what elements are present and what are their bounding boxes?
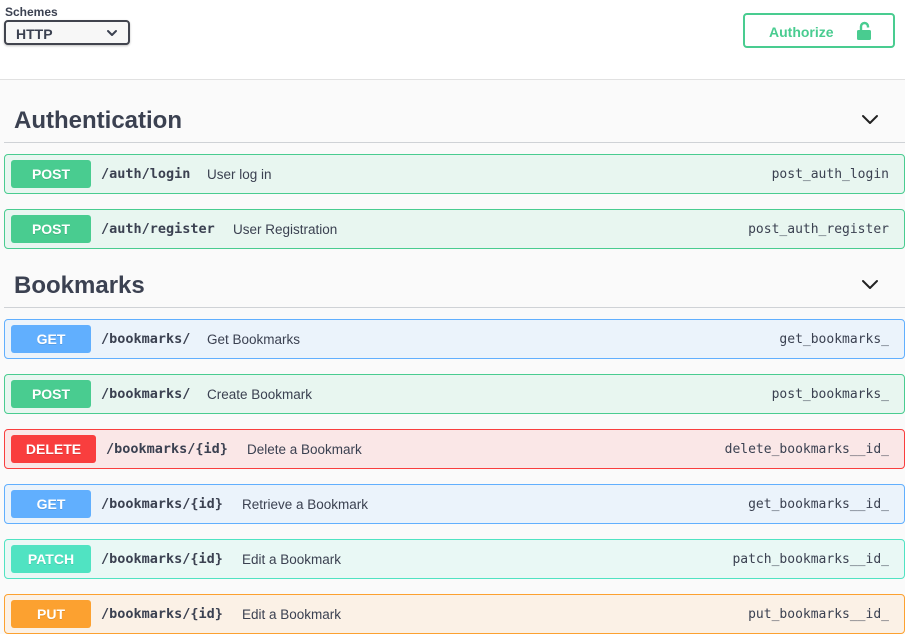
operation-path: /bookmarks/{id} xyxy=(106,441,228,457)
operation-id: delete_bookmarks__id_ xyxy=(724,442,889,457)
authorize-button-label: Authorize xyxy=(769,24,834,40)
section-header-bookmarks[interactable]: Bookmarks xyxy=(4,262,905,308)
operation-summary: Edit a Bookmark xyxy=(242,552,342,567)
chevron-down-icon[interactable] xyxy=(861,278,879,290)
method-badge: POST xyxy=(11,160,91,188)
operation-patch-bookmark[interactable]: PATCH /bookmarks/{id} Edit a Bookmark pa… xyxy=(4,539,905,579)
operation-summary: Create Bookmark xyxy=(207,387,313,402)
operation-id: post_bookmarks_ xyxy=(771,387,889,402)
operation-id: put_bookmarks__id_ xyxy=(748,607,889,622)
section-header-authentication[interactable]: Authentication xyxy=(4,97,905,143)
operation-get-bookmark-by-id[interactable]: GET /bookmarks/{id} Retrieve a Bookmark … xyxy=(4,484,905,524)
authorize-button[interactable]: Authorize xyxy=(743,13,895,48)
top-bar: Schemes HTTP Authorize xyxy=(0,0,905,80)
method-badge: DELETE xyxy=(11,435,96,463)
operation-post-auth-register[interactable]: POST /auth/register User Registration po… xyxy=(4,209,905,249)
operation-id: get_bookmarks_ xyxy=(779,332,889,347)
operation-path: /bookmarks/{id} xyxy=(101,606,223,622)
chevron-down-icon xyxy=(107,30,117,36)
section-title: Authentication xyxy=(14,107,182,134)
method-badge: GET xyxy=(11,490,91,518)
schemes-select[interactable]: HTTP xyxy=(4,20,130,45)
operation-summary: User Registration xyxy=(233,222,338,237)
operations-container: Authentication POST /auth/login User log… xyxy=(0,80,905,634)
schemes-select-value: HTTP xyxy=(16,26,53,42)
method-badge: PUT xyxy=(11,600,91,628)
section-title: Bookmarks xyxy=(14,272,145,299)
unlock-icon xyxy=(857,21,871,40)
operation-id: get_bookmarks__id_ xyxy=(748,497,889,512)
operation-post-auth-login[interactable]: POST /auth/login User log in post_auth_l… xyxy=(4,154,905,194)
chevron-down-icon[interactable] xyxy=(861,113,879,125)
operation-id: post_auth_register xyxy=(748,222,889,237)
operation-path: /auth/register xyxy=(101,221,215,237)
operation-summary: Edit a Bookmark xyxy=(242,607,342,622)
operation-post-bookmarks[interactable]: POST /bookmarks/ Create Bookmark post_bo… xyxy=(4,374,905,414)
operation-put-bookmark[interactable]: PUT /bookmarks/{id} Edit a Bookmark put_… xyxy=(4,594,905,634)
operation-get-bookmarks[interactable]: GET /bookmarks/ Get Bookmarks get_bookma… xyxy=(4,319,905,359)
method-badge: GET xyxy=(11,325,91,353)
operation-delete-bookmark[interactable]: DELETE /bookmarks/{id} Delete a Bookmark… xyxy=(4,429,905,469)
operation-summary: Delete a Bookmark xyxy=(247,442,362,457)
operation-id: post_auth_login xyxy=(771,167,889,182)
schemes-label: Schemes xyxy=(5,5,58,19)
operation-summary: User log in xyxy=(207,167,272,182)
operation-path: /bookmarks/{id} xyxy=(101,551,223,567)
operation-summary: Get Bookmarks xyxy=(207,332,301,347)
operation-path: /auth/login xyxy=(101,166,191,182)
operation-id: patch_bookmarks__id_ xyxy=(732,552,889,567)
method-badge: PATCH xyxy=(11,545,91,573)
operation-path: /bookmarks/ xyxy=(101,386,191,402)
operation-path: /bookmarks/{id} xyxy=(101,496,223,512)
method-badge: POST xyxy=(11,380,91,408)
method-badge: POST xyxy=(11,215,91,243)
operation-path: /bookmarks/ xyxy=(101,331,191,347)
operation-summary: Retrieve a Bookmark xyxy=(242,497,369,512)
